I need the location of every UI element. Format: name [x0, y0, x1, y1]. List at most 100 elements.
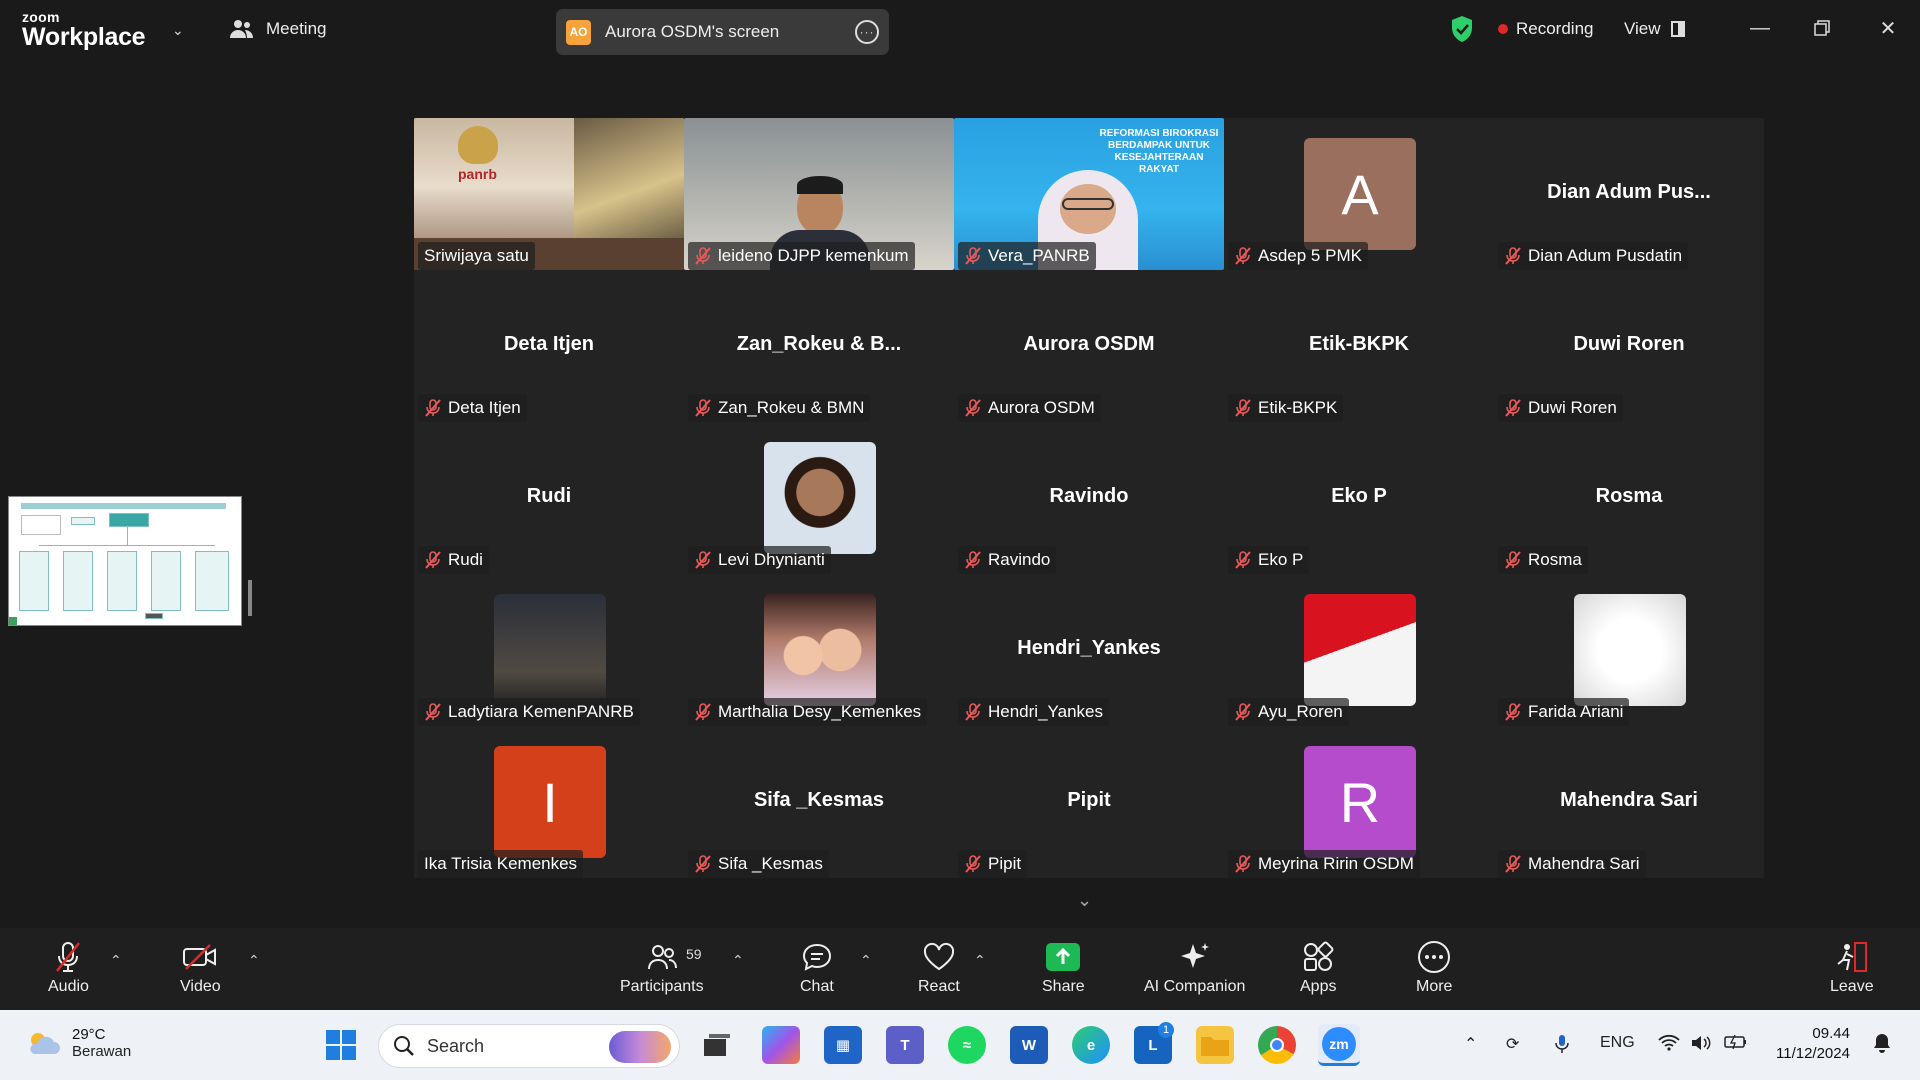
participant-tile[interactable]: Ayu_Roren: [1224, 574, 1494, 726]
screen-share-pill[interactable]: AO Aurora OSDM's screen ···: [556, 9, 889, 55]
windows-start-button[interactable]: [325, 1029, 357, 1066]
meeting-label: Meeting: [266, 19, 327, 38]
participant-nameplate: Pipit: [958, 850, 1028, 878]
shield-check-icon[interactable]: [1450, 15, 1474, 43]
word-icon[interactable]: W: [1010, 1026, 1048, 1064]
participant-tile[interactable]: Rudi Rudi: [414, 422, 684, 574]
participant-tile[interactable]: I Ika Trisia Kemenkes: [414, 726, 684, 878]
notifications-bell-icon[interactable]: [1872, 1032, 1892, 1059]
participant-nameplate: Etik-BKPK: [1228, 394, 1344, 422]
resize-handle[interactable]: [248, 580, 252, 616]
more-options-icon[interactable]: ···: [855, 20, 879, 44]
participant-display-name: Pipit: [1067, 789, 1111, 811]
participant-tile[interactable]: R Meyrina Ririn OSDM: [1224, 726, 1494, 878]
task-view-icon[interactable]: [698, 1026, 736, 1064]
participant-tile[interactable]: Mahendra Sari Mahendra Sari: [1494, 726, 1764, 878]
participants-options-caret-icon[interactable]: ⌃: [732, 952, 744, 969]
participant-tile[interactable]: Rosma Rosma: [1494, 422, 1764, 574]
meeting-menu[interactable]: Meeting: [230, 19, 326, 39]
language-indicator[interactable]: ENG: [1600, 1034, 1635, 1052]
participant-tile[interactable]: Etik-BKPK Etik-BKPK: [1224, 270, 1494, 422]
mic-muted-icon: [1234, 247, 1252, 265]
gallery-view: panrb Sriwijaya satu leideno DJPP kemenkum…: [414, 118, 1764, 878]
close-button[interactable]: ✕: [1866, 12, 1910, 44]
participant-display-name: Hendri_Yankes: [1017, 637, 1161, 659]
participant-name: Sifa _Kesmas: [718, 854, 823, 873]
audio-button[interactable]: Audio: [48, 940, 89, 996]
recording-indicator[interactable]: Recording: [1498, 19, 1594, 39]
participant-tile[interactable]: REFORMASI BIROKRASI BERDAMPAK UNTUK KESEJA…: [954, 118, 1224, 270]
volume-icon[interactable]: [1690, 1034, 1712, 1057]
react-button[interactable]: React: [918, 940, 960, 996]
ai-companion-button[interactable]: AI Companion: [1144, 940, 1245, 996]
participant-name: Hendri_Yankes: [988, 702, 1103, 721]
scroll-down-chevron-icon[interactable]: ⌄: [1077, 890, 1092, 911]
react-options-caret-icon[interactable]: ⌃: [974, 952, 986, 969]
participant-display-name: Zan_Rokeu & B...: [736, 333, 902, 355]
share-label: Aurora OSDM's screen: [605, 22, 780, 41]
participant-tile[interactable]: Eko P Eko P: [1224, 422, 1494, 574]
participant-tile[interactable]: leideno DJPP kemenkum: [684, 118, 954, 270]
share-button[interactable]: Share: [1042, 940, 1085, 996]
teams-icon[interactable]: T: [886, 1026, 924, 1064]
copilot-icon[interactable]: [762, 1026, 800, 1064]
file-explorer-icon[interactable]: [1196, 1026, 1234, 1064]
video-options-caret-icon[interactable]: ⌃: [248, 952, 260, 969]
spotify-icon[interactable]: ≈: [948, 1026, 986, 1064]
chevron-down-icon[interactable]: ⌄: [172, 22, 184, 39]
more-button[interactable]: More: [1416, 940, 1452, 996]
participant-tile[interactable]: Farida Ariani: [1494, 574, 1764, 726]
view-button[interactable]: View: [1624, 19, 1685, 39]
recording-label: Recording: [1516, 19, 1594, 38]
restore-button[interactable]: [1800, 12, 1844, 44]
tray-chevron-up-icon[interactable]: ⌃: [1464, 1034, 1477, 1054]
store-icon[interactable]: ▦: [824, 1026, 862, 1064]
view-label: View: [1624, 19, 1661, 38]
taskbar-search[interactable]: Search: [378, 1024, 680, 1068]
apps-button[interactable]: Apps: [1300, 940, 1336, 996]
mic-muted-icon: [964, 399, 982, 417]
participant-tile[interactable]: Aurora OSDM Aurora OSDM: [954, 270, 1224, 422]
sharer-badge: AO: [566, 19, 591, 45]
participant-tile[interactable]: Levi Dhynianti: [684, 422, 954, 574]
participant-nameplate: Ravindo: [958, 546, 1057, 574]
participant-tile[interactable]: panrb Sriwijaya satu: [414, 118, 684, 270]
edge-icon[interactable]: e: [1072, 1026, 1110, 1064]
video-button[interactable]: Video: [180, 940, 221, 996]
minimize-button[interactable]: —: [1738, 12, 1782, 44]
participant-tile[interactable]: Dian Adum Pus... Dian Adum Pusdatin: [1494, 118, 1764, 270]
participant-tile[interactable]: Zan_Rokeu & B... Zan_Rokeu & BMN: [684, 270, 954, 422]
wifi-icon[interactable]: [1658, 1034, 1680, 1057]
participant-tile[interactable]: Hendri_Yankes Hendri_Yankes: [954, 574, 1224, 726]
chat-options-caret-icon[interactable]: ⌃: [860, 952, 872, 969]
participant-tile[interactable]: Ravindo Ravindo: [954, 422, 1224, 574]
sync-icon[interactable]: ⟳: [1506, 1034, 1519, 1054]
mic-muted-icon: [964, 855, 982, 873]
cloud-icon: [30, 1033, 60, 1054]
audio-options-caret-icon[interactable]: ⌃: [110, 952, 122, 969]
chat-button[interactable]: Chat: [800, 940, 834, 996]
participant-tile[interactable]: Sifa _Kesmas Sifa _Kesmas: [684, 726, 954, 878]
participant-display-name: Rudi: [526, 485, 572, 507]
shared-screen-thumbnail[interactable]: [8, 496, 242, 626]
participant-tile[interactable]: Marthalia Desy_Kemenkes: [684, 574, 954, 726]
mic-muted-icon: [964, 551, 982, 569]
microphone-icon[interactable]: [1554, 1034, 1570, 1059]
participant-name: Dian Adum Pusdatin: [1528, 246, 1683, 265]
battery-icon[interactable]: [1724, 1034, 1748, 1055]
participant-tile[interactable]: Pipit Pipit: [954, 726, 1224, 878]
participant-name: Ladytiara KemenPANRB: [448, 702, 634, 721]
avatar-photo: [494, 594, 606, 706]
participant-name: Duwi Roren: [1528, 398, 1617, 417]
participant-tile[interactable]: Duwi Roren Duwi Roren: [1494, 270, 1764, 422]
weather-widget[interactable]: 29°C Berawan: [24, 1026, 131, 1060]
participant-tile[interactable]: A Asdep 5 PMK: [1224, 118, 1494, 270]
zoom-taskbar-icon[interactable]: zm: [1318, 1024, 1360, 1066]
chrome-icon[interactable]: [1258, 1026, 1296, 1064]
participant-nameplate: Meyrina Ririn OSDM: [1228, 850, 1420, 878]
participant-tile[interactable]: Deta Itjen Deta Itjen: [414, 270, 684, 422]
avatar-photo: [1304, 594, 1416, 706]
system-clock[interactable]: 09.44 11/12/2024: [1776, 1024, 1850, 1065]
leave-button[interactable]: Leave: [1830, 940, 1874, 996]
participant-tile[interactable]: Ladytiara KemenPANRB: [414, 574, 684, 726]
